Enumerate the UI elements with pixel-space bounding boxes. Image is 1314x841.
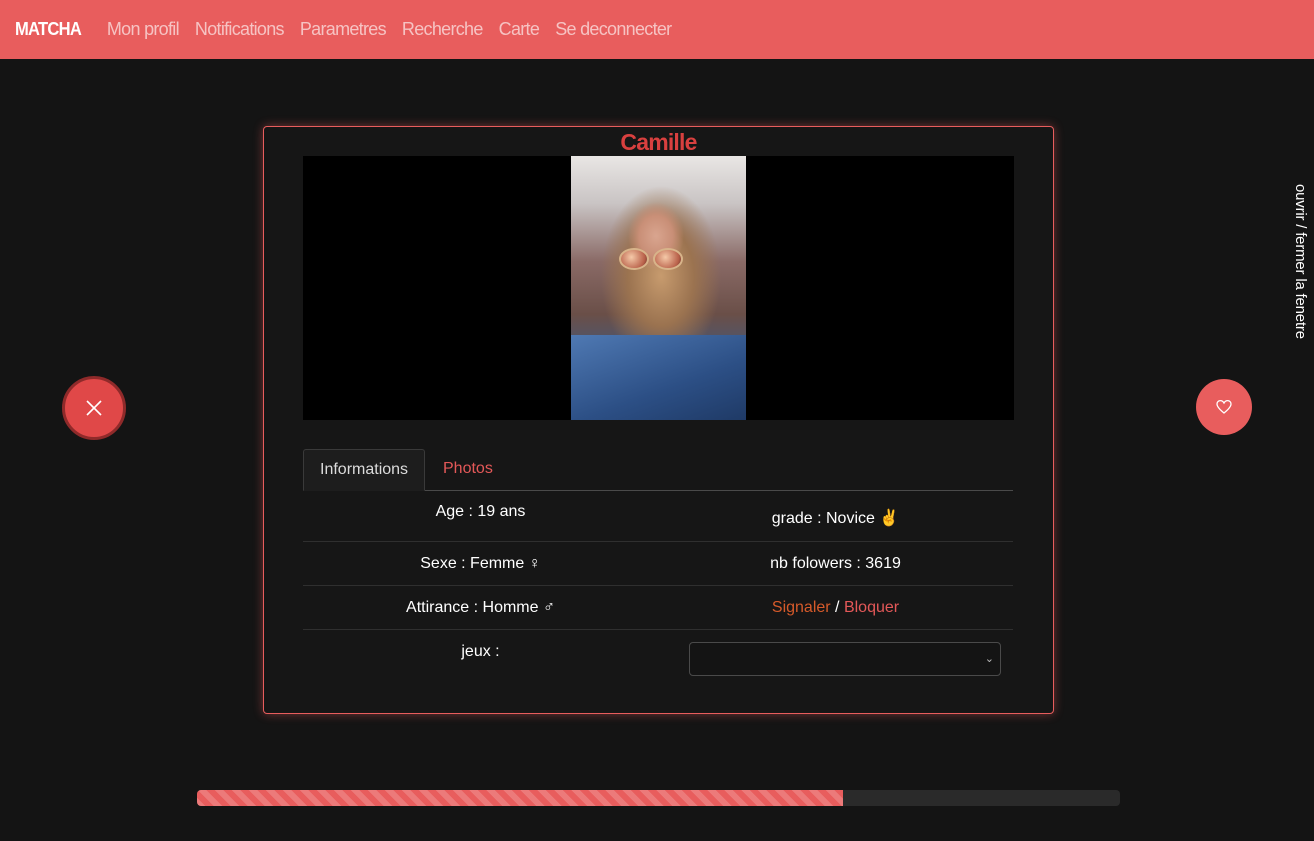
nav-link-carte[interactable]: Carte <box>499 19 540 40</box>
profile-card: Camille Informations Photos Age : 19 ans… <box>263 126 1054 714</box>
block-link[interactable]: Bloquer <box>844 599 899 616</box>
like-button[interactable] <box>1196 379 1252 435</box>
nav-link-se-deconnecter[interactable]: Se deconnecter <box>555 19 672 40</box>
profile-tabs: Informations Photos <box>303 449 1013 491</box>
denim-jacket <box>571 335 746 420</box>
info-row-age-grade: Age : 19 ans grade : Novice ✌️ <box>303 491 1013 542</box>
sunglasses-left-lens <box>619 248 649 270</box>
close-icon <box>86 400 102 416</box>
chevron-down-icon: ⌄ <box>984 653 994 665</box>
grade-value: grade : Novice ✌️ <box>771 510 900 527</box>
progress-bar <box>197 790 1120 806</box>
nav-link-recherche[interactable]: Recherche <box>402 19 483 40</box>
photo-carousel <box>303 156 1014 420</box>
heart-icon <box>1216 399 1232 414</box>
report-block-links: Signaler / Bloquer <box>658 599 1013 617</box>
brand-logo[interactable]: MATCHA <box>15 19 82 40</box>
attirance-value: Attirance : Homme ♂ <box>406 599 555 616</box>
profile-photo <box>571 156 746 420</box>
tab-informations[interactable]: Informations <box>303 449 426 491</box>
followers-value: nb folowers : 3619 <box>770 555 901 572</box>
nav-links: Mon profil Notifications Parametres Rech… <box>107 19 688 40</box>
info-row-attirance-actions: Attirance : Homme ♂ Signaler / Bloquer <box>303 586 1013 630</box>
report-link[interactable]: Signaler <box>772 599 831 616</box>
sexe-value: Sexe : Femme ♀ <box>420 555 541 572</box>
nav-link-notifications[interactable]: Notifications <box>195 19 285 40</box>
profile-name: Camille <box>620 129 697 155</box>
sunglasses-right-lens <box>653 248 683 270</box>
tab-photos[interactable]: Photos <box>427 449 509 489</box>
dislike-button[interactable] <box>62 376 126 440</box>
nav-link-mon-profil[interactable]: Mon profil <box>107 19 180 40</box>
top-navbar: MATCHA Mon profil Notifications Parametr… <box>0 0 1314 59</box>
toggle-window-link[interactable]: ouvrir / fermer la fenetre <box>1292 184 1309 339</box>
games-select[interactable]: ⌄ <box>689 642 1001 676</box>
games-label: jeux : <box>461 643 500 660</box>
progress-fill <box>197 790 844 806</box>
info-row-sexe-followers: Sexe : Femme ♀ nb folowers : 3619 <box>303 542 1013 586</box>
nav-link-parametres[interactable]: Parametres <box>300 19 387 40</box>
link-separator: / <box>835 599 840 616</box>
age-value: Age : 19 ans <box>435 503 526 520</box>
